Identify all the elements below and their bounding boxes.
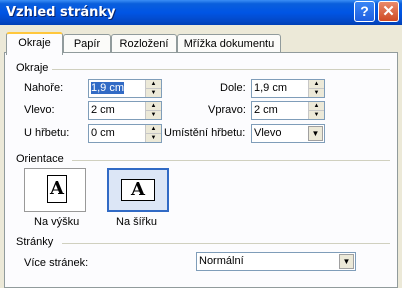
spin-down-icon[interactable]: ▼ [309,110,324,119]
gutter-position-label: Umístění hřbetu: [164,127,246,139]
landscape-label[interactable]: Na šířku [116,216,157,228]
gutter-spinner[interactable]: 0 cm ▲ ▼ [88,124,162,143]
spin-up-icon[interactable]: ▲ [309,102,324,110]
help-button[interactable]: ? [354,1,375,22]
margin-right-spinner[interactable]: 2 cm ▲ ▼ [251,101,325,120]
multiple-pages-value: Normální [199,255,244,267]
spin-down-icon[interactable]: ▼ [146,88,161,97]
portrait-option[interactable]: A [24,168,86,212]
gutter-position-value: Vlevo [254,127,282,139]
orientation-group-label: Orientace [16,153,64,165]
margins-group-label: Okraje [16,62,49,74]
chevron-down-icon[interactable]: ▼ [308,126,323,141]
pages-divider [62,243,390,244]
margin-top-spinner[interactable]: 1,9 cm ▲ ▼ [88,79,162,98]
window-title: Vzhled stránky [6,5,116,20]
landscape-page-icon: A [121,179,155,201]
multiple-pages-label: Více stránek: [24,257,89,269]
margin-top-label: Nahoře: [24,82,64,94]
tab-okraje[interactable]: Okraje [6,32,63,55]
spin-up-icon[interactable]: ▲ [146,125,161,133]
spin-down-icon[interactable]: ▼ [146,133,161,142]
portrait-page-icon: A [47,175,67,203]
margin-right-label: Vpravo: [208,104,246,116]
tab-mrizka-dokumentu[interactable]: Mřížka dokumentu [177,34,281,54]
portrait-label[interactable]: Na výšku [34,216,79,228]
margin-bottom-label: Dole: [220,82,246,94]
margins-divider [52,69,390,70]
spin-down-icon[interactable]: ▼ [146,110,161,119]
spin-up-icon[interactable]: ▲ [146,80,161,88]
spin-up-icon[interactable]: ▲ [309,80,324,88]
margin-top-value[interactable]: 1,9 cm [91,82,125,94]
title-bar: Vzhled stránky ? ✕ [0,0,402,25]
multiple-pages-select[interactable]: Normální ▼ [196,252,356,271]
spin-down-icon[interactable]: ▼ [309,88,324,97]
gutter-value[interactable]: 0 cm [91,127,115,139]
landscape-option[interactable]: A [107,168,169,212]
orientation-divider [72,160,390,161]
tab-papir[interactable]: Papír [63,34,111,54]
gutter-label: U hřbetu: [24,127,70,139]
margin-bottom-spinner[interactable]: 1,9 cm ▲ ▼ [251,79,325,98]
margin-left-spinner[interactable]: 2 cm ▲ ▼ [88,101,162,120]
chevron-down-icon[interactable]: ▼ [339,254,354,269]
pages-group-label: Stránky [16,236,54,248]
margin-left-label: Vlevo: [24,104,55,116]
margin-bottom-value[interactable]: 1,9 cm [254,82,287,94]
spin-up-icon[interactable]: ▲ [146,102,161,110]
tab-rozlozeni[interactable]: Rozložení [111,34,177,54]
gutter-position-select[interactable]: Vlevo ▼ [251,124,325,143]
margin-left-value[interactable]: 2 cm [91,104,115,116]
margin-right-value[interactable]: 2 cm [254,104,278,116]
close-button[interactable]: ✕ [378,1,399,22]
